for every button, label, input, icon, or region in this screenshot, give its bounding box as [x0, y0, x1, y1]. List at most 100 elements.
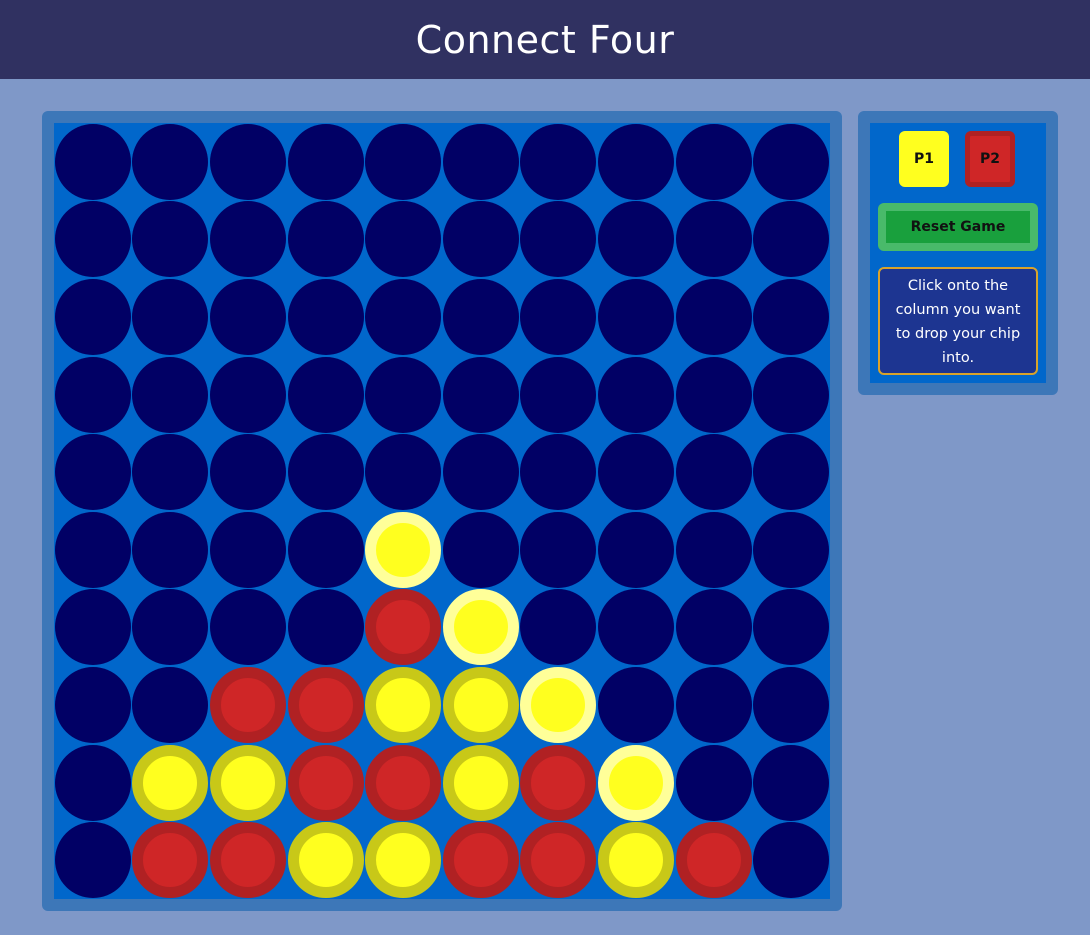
yellow-chip[interactable]: [210, 744, 286, 821]
empty-slot[interactable]: [365, 434, 442, 511]
empty-slot[interactable]: [287, 589, 364, 666]
empty-slot[interactable]: [753, 511, 830, 588]
yellow-chip[interactable]: [442, 744, 519, 821]
empty-slot[interactable]: [675, 667, 752, 743]
empty-slot[interactable]: [442, 201, 519, 278]
red-chip[interactable]: [287, 744, 364, 821]
empty-slot[interactable]: [598, 201, 674, 278]
empty-slot[interactable]: [753, 279, 830, 355]
empty-slot[interactable]: [675, 589, 752, 666]
red-chip[interactable]: [132, 822, 209, 899]
empty-slot[interactable]: [675, 123, 752, 200]
empty-slot[interactable]: [520, 356, 597, 433]
red-chip[interactable]: [520, 822, 597, 899]
empty-slot[interactable]: [442, 434, 519, 511]
empty-slot[interactable]: [54, 822, 131, 899]
empty-slot[interactable]: [598, 511, 674, 588]
empty-slot[interactable]: [54, 667, 131, 743]
empty-slot[interactable]: [520, 201, 597, 278]
empty-slot[interactable]: [132, 123, 209, 200]
empty-slot[interactable]: [287, 356, 364, 433]
empty-slot[interactable]: [54, 511, 131, 588]
empty-slot[interactable]: [287, 511, 364, 588]
empty-slot[interactable]: [132, 511, 209, 588]
empty-slot[interactable]: [675, 434, 752, 511]
empty-slot[interactable]: [54, 434, 131, 511]
red-chip[interactable]: [675, 822, 752, 899]
empty-slot[interactable]: [520, 434, 597, 511]
empty-slot[interactable]: [132, 201, 209, 278]
winning-yellow-chip[interactable]: [365, 511, 442, 588]
empty-slot[interactable]: [54, 279, 131, 355]
winning-yellow-chip[interactable]: [442, 589, 519, 666]
red-chip[interactable]: [442, 822, 519, 899]
empty-slot[interactable]: [520, 511, 597, 588]
red-chip[interactable]: [210, 822, 286, 899]
empty-slot[interactable]: [675, 279, 752, 355]
empty-slot[interactable]: [520, 589, 597, 666]
empty-slot[interactable]: [675, 201, 752, 278]
empty-slot[interactable]: [753, 356, 830, 433]
empty-slot[interactable]: [132, 434, 209, 511]
empty-slot[interactable]: [753, 123, 830, 200]
empty-slot[interactable]: [287, 434, 364, 511]
empty-slot[interactable]: [210, 279, 286, 355]
empty-slot[interactable]: [54, 744, 131, 821]
empty-slot[interactable]: [210, 356, 286, 433]
empty-slot[interactable]: [54, 356, 131, 433]
empty-slot[interactable]: [753, 589, 830, 666]
game-board[interactable]: [54, 123, 830, 899]
empty-slot[interactable]: [675, 744, 752, 821]
empty-slot[interactable]: [753, 744, 830, 821]
empty-slot[interactable]: [54, 123, 131, 200]
yellow-chip[interactable]: [598, 822, 674, 899]
empty-slot[interactable]: [132, 667, 209, 743]
empty-slot[interactable]: [365, 201, 442, 278]
empty-slot[interactable]: [132, 356, 209, 433]
empty-slot[interactable]: [210, 201, 286, 278]
empty-slot[interactable]: [287, 279, 364, 355]
empty-slot[interactable]: [598, 434, 674, 511]
yellow-chip[interactable]: [365, 667, 442, 743]
red-chip[interactable]: [210, 667, 286, 743]
empty-slot[interactable]: [598, 123, 674, 200]
empty-slot[interactable]: [753, 434, 830, 511]
empty-slot[interactable]: [675, 356, 752, 433]
empty-slot[interactable]: [753, 201, 830, 278]
empty-slot[interactable]: [54, 589, 131, 666]
reset-game-button[interactable]: Reset Game: [886, 211, 1030, 243]
empty-slot[interactable]: [210, 589, 286, 666]
empty-slot[interactable]: [442, 356, 519, 433]
empty-slot[interactable]: [442, 511, 519, 588]
red-chip[interactable]: [365, 744, 442, 821]
empty-slot[interactable]: [520, 279, 597, 355]
empty-slot[interactable]: [287, 201, 364, 278]
empty-slot[interactable]: [753, 667, 830, 743]
empty-slot[interactable]: [675, 511, 752, 588]
yellow-chip[interactable]: [442, 667, 519, 743]
empty-slot[interactable]: [132, 589, 209, 666]
empty-slot[interactable]: [210, 434, 286, 511]
yellow-chip[interactable]: [365, 822, 442, 899]
empty-slot[interactable]: [365, 356, 442, 433]
empty-slot[interactable]: [54, 201, 131, 278]
empty-slot[interactable]: [365, 279, 442, 355]
empty-slot[interactable]: [753, 822, 830, 899]
winning-yellow-chip[interactable]: [598, 744, 674, 821]
empty-slot[interactable]: [598, 279, 674, 355]
winning-yellow-chip[interactable]: [520, 667, 597, 743]
empty-slot[interactable]: [598, 589, 674, 666]
empty-slot[interactable]: [210, 123, 286, 200]
yellow-chip[interactable]: [287, 822, 364, 899]
empty-slot[interactable]: [520, 123, 597, 200]
red-chip[interactable]: [287, 667, 364, 743]
yellow-chip[interactable]: [132, 744, 209, 821]
red-chip[interactable]: [520, 744, 597, 821]
empty-slot[interactable]: [132, 279, 209, 355]
empty-slot[interactable]: [210, 511, 286, 588]
empty-slot[interactable]: [287, 123, 364, 200]
empty-slot[interactable]: [442, 279, 519, 355]
empty-slot[interactable]: [442, 123, 519, 200]
empty-slot[interactable]: [598, 667, 674, 743]
empty-slot[interactable]: [598, 356, 674, 433]
